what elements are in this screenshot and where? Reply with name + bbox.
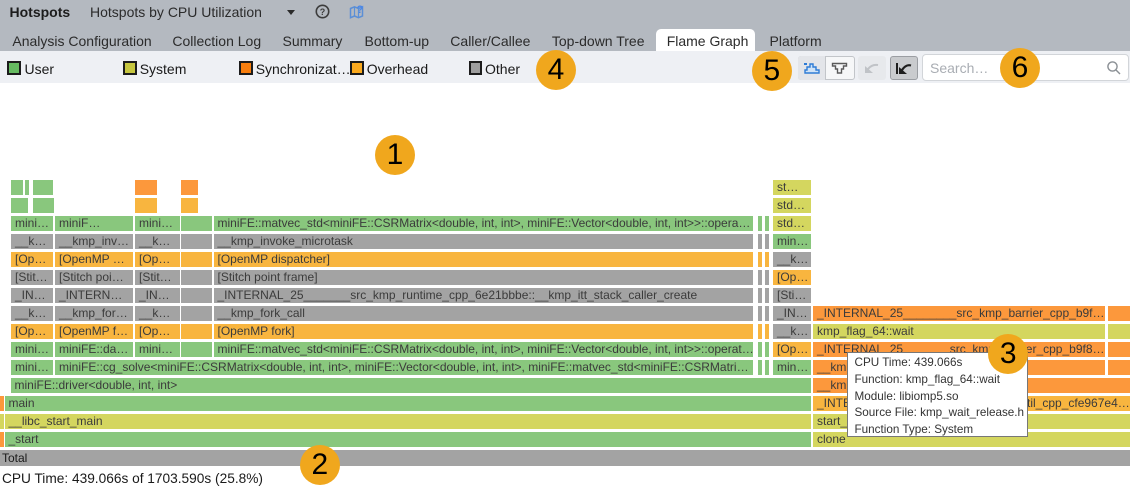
svg-text:?: ? [357,4,364,16]
svg-text:?: ? [320,7,326,17]
